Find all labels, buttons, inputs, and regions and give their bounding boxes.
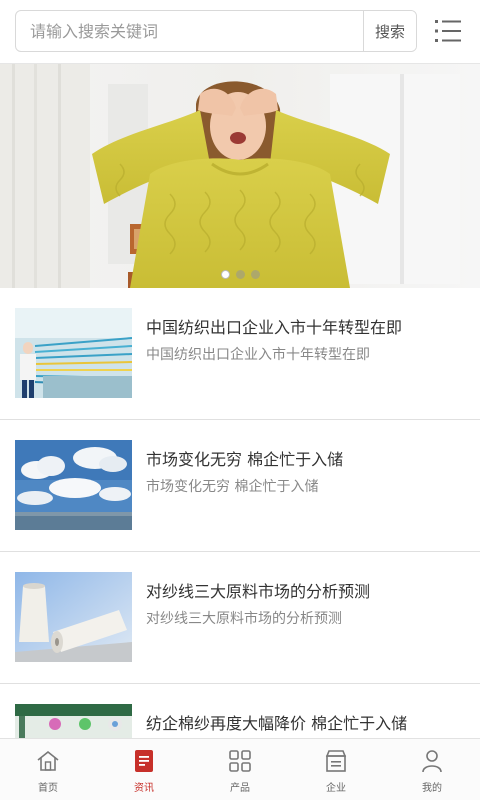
- textile-factory-image: [15, 308, 132, 398]
- news-title: 纺企棉纱再度大幅降价 棉企忙于入储: [146, 714, 408, 733]
- nav-item-news[interactable]: 资讯: [96, 739, 192, 800]
- news-title: 市场变化无穷 棉企忙于入储: [146, 450, 344, 469]
- nav-label: 首页: [38, 783, 58, 794]
- banner-carousel[interactable]: [0, 64, 480, 288]
- bottom-nav: 首页 资讯 产品 企业 我的: [0, 738, 480, 800]
- news-desc: 中国纺织出口企业入市十年转型在即: [146, 347, 370, 363]
- carousel-dot[interactable]: [250, 270, 260, 279]
- news-title: 中国纺织出口企业入市十年转型在即: [146, 318, 403, 337]
- home-icon: [37, 750, 59, 771]
- nav-label: 产品: [230, 783, 250, 794]
- news-item[interactable]: 中国纺织出口企业入市十年转型在即 中国纺织出口企业入市十年转型在即: [0, 288, 480, 420]
- news-list: 中国纺织出口企业入市十年转型在即 中国纺织出口企业入市十年转型在即 市场变化无穷…: [0, 288, 480, 738]
- news-title: 对纱线三大原料市场的分析预测: [146, 582, 371, 601]
- news-desc: 市场变化无穷 棉企忙于入储: [146, 479, 319, 495]
- nav-item-company[interactable]: 企业: [288, 739, 384, 800]
- banner-image: [0, 64, 480, 288]
- header: 搜索: [0, 0, 480, 64]
- news-icon: [135, 750, 153, 772]
- list-menu-icon[interactable]: [432, 16, 464, 46]
- user-icon: [422, 750, 442, 773]
- yarn-spools-image: [15, 572, 132, 662]
- news-item[interactable]: 市场变化无穷 棉企忙于入储 市场变化无穷 棉企忙于入储: [0, 420, 480, 552]
- carousel-dots: [0, 264, 480, 279]
- nav-label: 资讯: [134, 783, 154, 794]
- search-box: 搜索: [15, 10, 417, 52]
- nav-item-home[interactable]: 首页: [0, 739, 96, 800]
- yarn-machine-image: [15, 704, 132, 738]
- search-button[interactable]: 搜索: [363, 11, 416, 51]
- company-icon: [325, 750, 347, 772]
- carousel-dot[interactable]: [220, 270, 230, 279]
- nav-item-mine[interactable]: 我的: [384, 739, 480, 800]
- products-grid-icon: [229, 750, 251, 772]
- news-item[interactable]: 对纱线三大原料市场的分析预测 对纱线三大原料市场的分析预测: [0, 552, 480, 684]
- nav-label: 企业: [326, 783, 346, 794]
- news-item[interactable]: 纺企棉纱再度大幅降价 棉企忙于入储: [0, 684, 480, 738]
- carousel-dot[interactable]: [235, 270, 245, 279]
- search-input[interactable]: [16, 11, 364, 51]
- nav-item-products[interactable]: 产品: [192, 739, 288, 800]
- nav-label: 我的: [422, 783, 442, 794]
- sky-clouds-image: [15, 440, 132, 530]
- news-desc: 对纱线三大原料市场的分析预测: [146, 611, 342, 627]
